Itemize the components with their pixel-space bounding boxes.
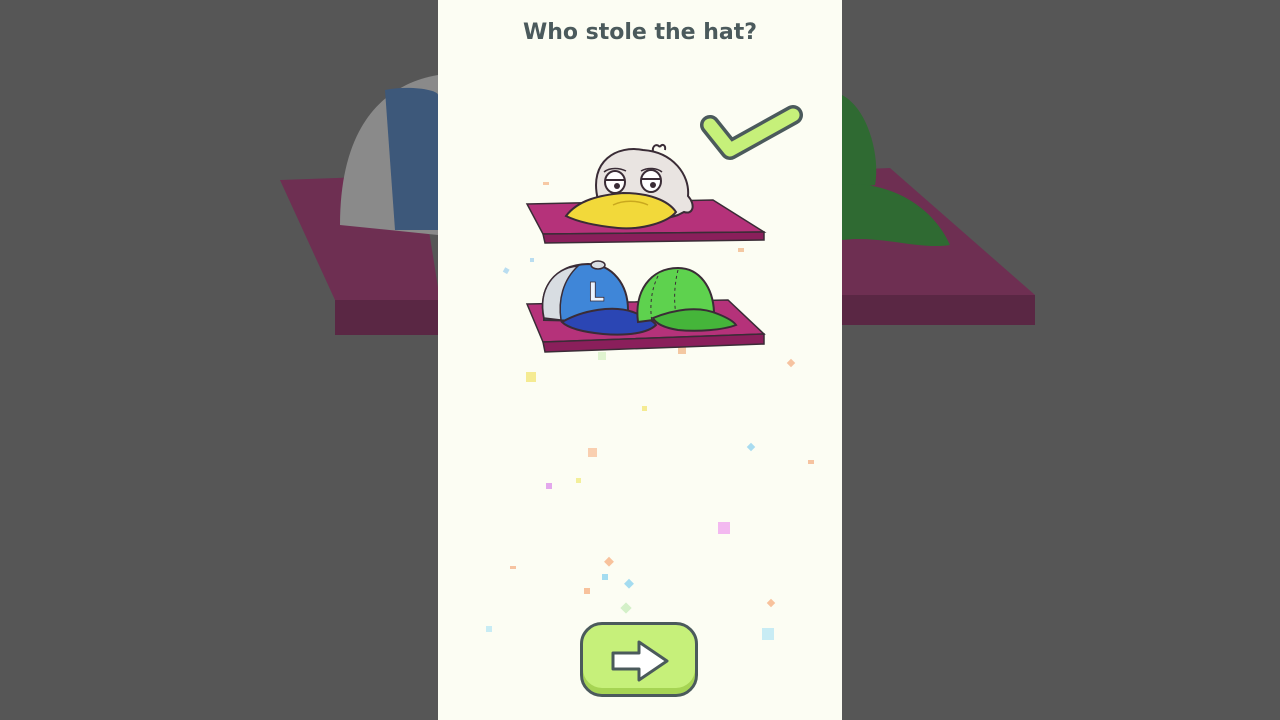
duck-thief[interactable] — [564, 143, 694, 230]
confetti — [486, 182, 814, 640]
cap-letter: L — [588, 278, 605, 308]
next-button[interactable] — [580, 622, 698, 697]
arrow-right-icon — [611, 640, 669, 682]
bg-shelf-right-edge — [842, 295, 1035, 325]
game-screen: Who stole the hat? L — [438, 0, 842, 720]
checkmark-icon — [700, 105, 803, 160]
bg-shelf-left-edge — [335, 300, 440, 335]
puzzle-scene: L — [486, 105, 814, 640]
